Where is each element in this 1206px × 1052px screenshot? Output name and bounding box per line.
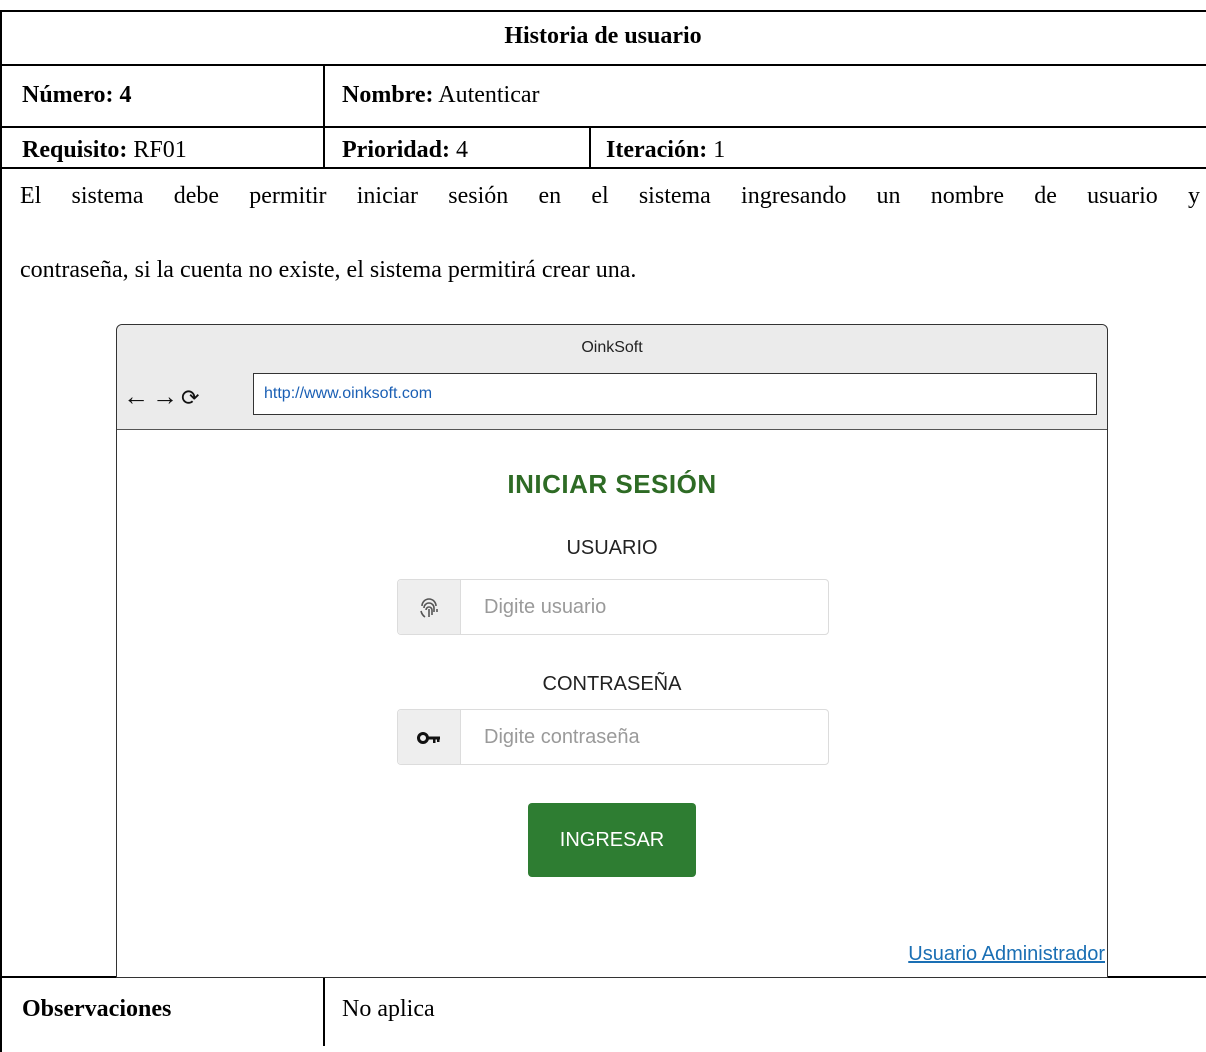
requisito-label: Requisito: [22, 137, 128, 163]
usuario-input[interactable]: Digite usuario [397, 579, 829, 635]
iteracion-label: Iteración: [606, 137, 708, 163]
numero-value: 4 [119, 82, 132, 108]
document-title: Historia de usuario [504, 23, 702, 49]
row-divider [0, 126, 1206, 128]
usuario-placeholder: Digite usuario [484, 596, 607, 618]
nombre-value: Autenticar [438, 82, 540, 108]
numero-cell: Número: 4 [22, 81, 132, 109]
password-label: CONTRASEÑA [542, 673, 682, 695]
ingresar-button[interactable]: INGRESAR [528, 803, 696, 877]
column-divider [323, 976, 325, 1046]
nav-controls: ←→⟳ [123, 383, 202, 411]
window-title: OinkSoft [581, 339, 643, 356]
admin-user-link[interactable]: Usuario Administrador [908, 943, 1105, 966]
address-bar[interactable]: http://www.oinksoft.com [253, 373, 1097, 415]
prioridad-cell: Prioridad: 4 [342, 136, 468, 164]
nombre-label: Nombre: [342, 82, 434, 108]
requisito-value: RF01 [133, 137, 187, 163]
login-title: INICIAR SESIÓN [507, 469, 717, 499]
prioridad-label: Prioridad: [342, 137, 450, 163]
password-placeholder: Digite contraseña [484, 726, 640, 748]
arrow-left-icon[interactable]: ← [123, 383, 150, 409]
prioridad-value: 4 [456, 137, 468, 163]
observaciones-value: No aplica [342, 996, 435, 1022]
key-icon [398, 710, 461, 764]
url-text: http://www.oinksoft.com [264, 385, 433, 402]
row-divider [0, 167, 1206, 169]
requisito-cell: Requisito: RF01 [22, 136, 187, 164]
iteracion-value: 1 [713, 137, 726, 163]
password-input[interactable]: Digite contraseña [397, 709, 829, 765]
arrow-right-icon[interactable]: → [152, 383, 179, 409]
fingerprint-icon [398, 580, 461, 634]
browser-toolbar: OinkSoft ←→⟳ http://www.oinksoft.com [117, 325, 1107, 430]
observaciones-label: Observaciones [22, 996, 172, 1022]
row-divider [0, 64, 1206, 66]
reload-icon[interactable]: ⟳ [181, 385, 200, 411]
iteracion-cell: Iteración: 1 [606, 136, 725, 164]
usuario-label: USUARIO [566, 537, 658, 559]
description-line-1: El sistema debe permitir iniciar sesión … [20, 183, 1200, 209]
column-divider [323, 64, 325, 168]
description-line-2: contraseña, si la cuenta no existe, el s… [20, 257, 637, 283]
login-mockup: OinkSoft ←→⟳ http://www.oinksoft.com INI… [116, 324, 1108, 978]
column-divider [589, 126, 591, 168]
nombre-cell: Nombre: Autenticar [342, 81, 540, 109]
numero-label: Número: [22, 82, 114, 108]
